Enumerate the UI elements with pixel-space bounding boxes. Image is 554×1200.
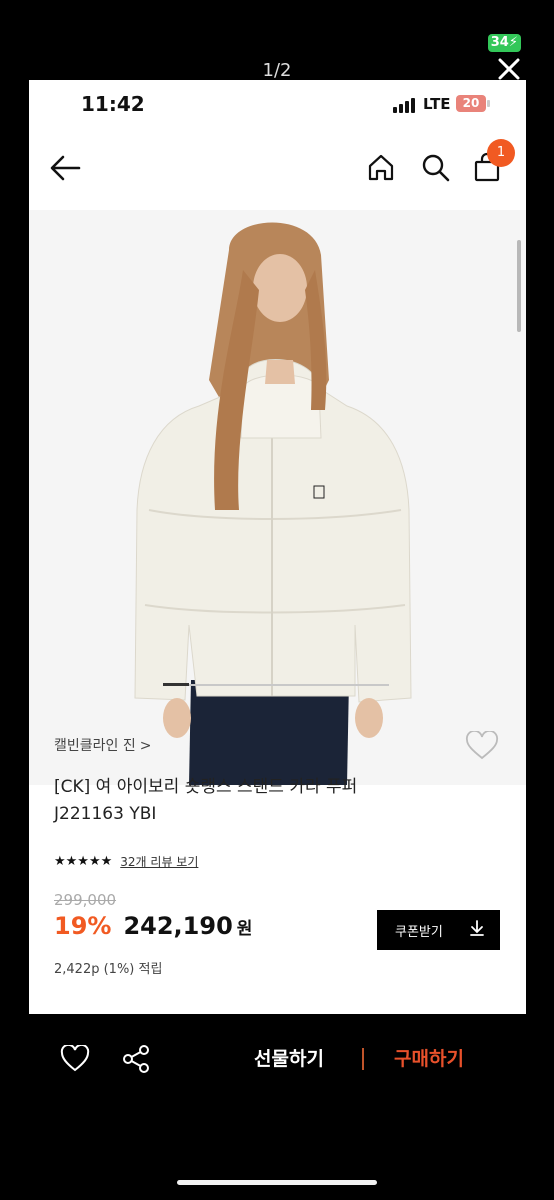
heart-icon[interactable] — [60, 1043, 90, 1077]
heart-icon[interactable] — [465, 729, 499, 765]
sale-price: 242,190 — [123, 912, 233, 940]
carousel-progress — [163, 683, 389, 686]
viewer-page-counter: 1/2 — [262, 60, 292, 81]
bottom-bar-divider — [362, 1048, 364, 1070]
charging-bolt-icon: ⚡ — [508, 35, 518, 50]
viewer-battery-indicator: 34⚡ — [487, 34, 521, 52]
gift-button[interactable]: 선물하기 — [254, 1044, 324, 1071]
brand-chevron-icon: > — [139, 738, 152, 754]
product-title-line1: [CK] 여 아이보리 숏랭스 스탠드 카라 푸퍼 — [54, 777, 358, 797]
scroll-indicator — [517, 240, 521, 332]
currency-unit: 원 — [236, 919, 253, 939]
close-icon[interactable] — [496, 56, 522, 82]
search-icon[interactable] — [421, 153, 451, 187]
review-link[interactable]: 32개 리뷰 보기 — [120, 853, 198, 870]
signal-strength-icon — [393, 98, 415, 113]
back-arrow-icon[interactable] — [49, 154, 81, 186]
reward-points: 2,422p (1%) 적립 — [54, 962, 163, 977]
viewer-battery-label: 34 — [490, 35, 509, 50]
model-photo — [134, 222, 412, 785]
cart-count-badge: 1 — [487, 139, 515, 167]
original-price: 299,000 — [54, 891, 117, 909]
product-title-line2: J221163 YBI — [54, 804, 157, 824]
download-icon — [470, 920, 484, 940]
share-icon[interactable] — [121, 1044, 151, 1078]
carousel-progress-thumb — [163, 683, 189, 686]
app-screenshot: 11:42 LTE 20 1 캘빈클라인 진 > [CK] 여 아이보리 숏랭스… — [29, 80, 526, 1014]
price-row: 19% 242,190 원 — [54, 912, 252, 940]
coupon-button[interactable]: 쿠폰받기 — [377, 910, 500, 950]
product-image[interactable] — [29, 210, 526, 785]
rating-row: ★★★★★ 32개 리뷰 보기 — [54, 853, 198, 870]
brand-link[interactable]: 캘빈클라인 진 > — [54, 735, 151, 755]
coupon-button-label: 쿠폰받기 — [395, 924, 443, 940]
rating-stars: ★★★★★ — [54, 854, 113, 869]
home-icon[interactable] — [366, 152, 396, 186]
status-time: 11:42 — [81, 92, 145, 116]
network-type: LTE — [423, 95, 451, 113]
discount-rate: 19% — [54, 912, 112, 940]
product-title: [CK] 여 아이보리 숏랭스 스탠드 카라 푸퍼 J221163 YBI — [54, 774, 474, 828]
brand-name: 캘빈클라인 진 — [54, 738, 136, 754]
buy-button[interactable]: 구매하기 — [394, 1044, 464, 1071]
status-battery: 20 — [456, 95, 490, 112]
home-indicator[interactable] — [177, 1180, 377, 1185]
